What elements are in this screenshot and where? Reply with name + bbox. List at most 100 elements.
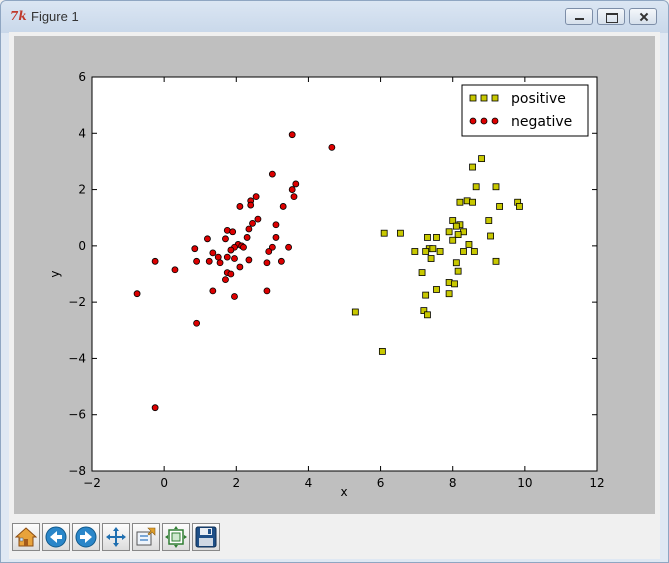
data-point-positive — [451, 280, 458, 288]
data-point-negative — [222, 235, 229, 243]
data-point-negative — [254, 215, 262, 223]
data-point-negative — [272, 234, 280, 241]
data-point-positive — [436, 248, 444, 255]
data-point-negative — [290, 193, 298, 201]
x-tick-label: 10 — [517, 476, 532, 490]
data-point-negative — [277, 257, 285, 265]
legend-marker-negative — [469, 117, 477, 125]
save-button[interactable] — [192, 523, 220, 551]
data-point-negative — [151, 257, 159, 265]
data-point-negative — [272, 221, 280, 229]
data-point-negative — [204, 235, 211, 243]
legend-marker-negative — [480, 117, 488, 125]
forward-button[interactable] — [72, 523, 100, 551]
zoom-button[interactable] — [132, 523, 160, 551]
close-button[interactable] — [629, 8, 657, 25]
data-point-positive — [422, 291, 430, 299]
data-point-positive — [454, 231, 462, 239]
navigation-toolbar — [9, 519, 660, 559]
arrow-left-icon — [45, 526, 67, 548]
figure-canvas[interactable]: −8 −6 −4 −2 0 2 4 6 −2 0 2 4 6 8 10 12 x y positive ne… — [14, 36, 655, 514]
data-point-negative — [288, 186, 296, 193]
x-tick-label: 4 — [305, 476, 313, 490]
data-point-positive — [487, 232, 494, 240]
data-point-positive — [433, 234, 440, 241]
subplots-config-icon — [165, 526, 187, 548]
data-point-negative — [222, 276, 229, 284]
back-button[interactable] — [42, 523, 70, 551]
data-point-positive — [485, 217, 493, 224]
data-point-negative — [328, 143, 336, 151]
data-point-positive — [424, 311, 431, 319]
data-point-negative — [288, 131, 296, 139]
data-point-positive — [445, 290, 453, 298]
data-point-negative — [292, 180, 300, 188]
x-tick-label: 12 — [589, 476, 604, 490]
data-point-negative — [229, 228, 237, 236]
data-point-positive — [449, 217, 457, 224]
minimize-button[interactable] — [565, 8, 593, 25]
legend-marker-positive — [469, 94, 477, 102]
data-point-negative — [133, 290, 141, 298]
data-point-positive — [424, 234, 431, 241]
data-point-negative — [193, 319, 201, 327]
floppy-disk-icon — [195, 526, 217, 548]
data-point-positive — [469, 198, 476, 206]
data-point-negative — [245, 256, 253, 264]
data-point-positive — [472, 183, 480, 191]
tk-app-icon: 7k — [10, 9, 27, 23]
move-arrows-icon — [106, 527, 126, 547]
window-title: Figure 1 — [31, 9, 79, 24]
arrow-right-icon — [75, 526, 97, 548]
close-icon — [630, 9, 656, 24]
data-point-negative — [252, 193, 260, 201]
scatter-chart[interactable]: −8−6−4−20246 −2 0 2 4 6 8 10 12 x y positive ne… — [14, 36, 655, 514]
y-tick-label: 0 — [78, 239, 86, 253]
data-point-negative — [240, 243, 247, 251]
data-point-positive — [422, 248, 430, 255]
data-point-negative — [285, 243, 292, 251]
minimize-icon — [566, 9, 592, 24]
legend-marker-positive — [480, 94, 488, 102]
data-point-positive — [454, 267, 462, 275]
data-point-negative — [227, 246, 235, 254]
data-point-positive — [492, 257, 500, 265]
title-bar[interactable]: 7k Figure 1 — [1, 1, 668, 33]
data-point-negative — [243, 234, 251, 241]
data-point-negative — [223, 253, 231, 261]
subplots-button[interactable] — [162, 523, 190, 551]
data-point-positive — [418, 269, 426, 276]
data-point-negative — [268, 170, 276, 178]
data-point-negative — [245, 225, 253, 233]
data-point-negative — [151, 404, 159, 412]
legend-marker-positive — [491, 94, 499, 102]
data-point-positive — [516, 203, 523, 210]
data-point-positive — [433, 286, 440, 293]
data-point-negative — [209, 249, 217, 257]
legend-label-negative: negative — [511, 114, 572, 130]
data-point-negative — [236, 263, 244, 271]
y-axis-label: y — [48, 270, 62, 277]
data-point-negative — [209, 287, 217, 295]
home-icon — [15, 527, 37, 547]
maximize-button[interactable] — [597, 8, 625, 25]
maximize-icon — [598, 9, 624, 24]
data-point-positive — [469, 163, 476, 171]
x-tick-label: 6 — [377, 476, 385, 490]
data-point-negative — [265, 248, 273, 255]
x-tick-label: −2 — [83, 476, 101, 490]
data-point-negative — [263, 287, 271, 295]
data-point-positive — [351, 308, 359, 316]
home-button[interactable] — [12, 523, 40, 551]
data-point-positive — [378, 347, 386, 355]
data-point-positive — [429, 245, 437, 253]
pan-button[interactable] — [102, 523, 130, 551]
zoom-rect-icon — [136, 527, 156, 546]
legend: positive negative — [461, 84, 589, 137]
data-point-positive — [492, 183, 500, 191]
data-point-negative — [227, 270, 235, 278]
data-point-negative — [191, 245, 199, 253]
data-point-negative — [216, 259, 224, 267]
x-tick-label: 2 — [232, 476, 240, 490]
data-point-positive — [496, 203, 504, 210]
